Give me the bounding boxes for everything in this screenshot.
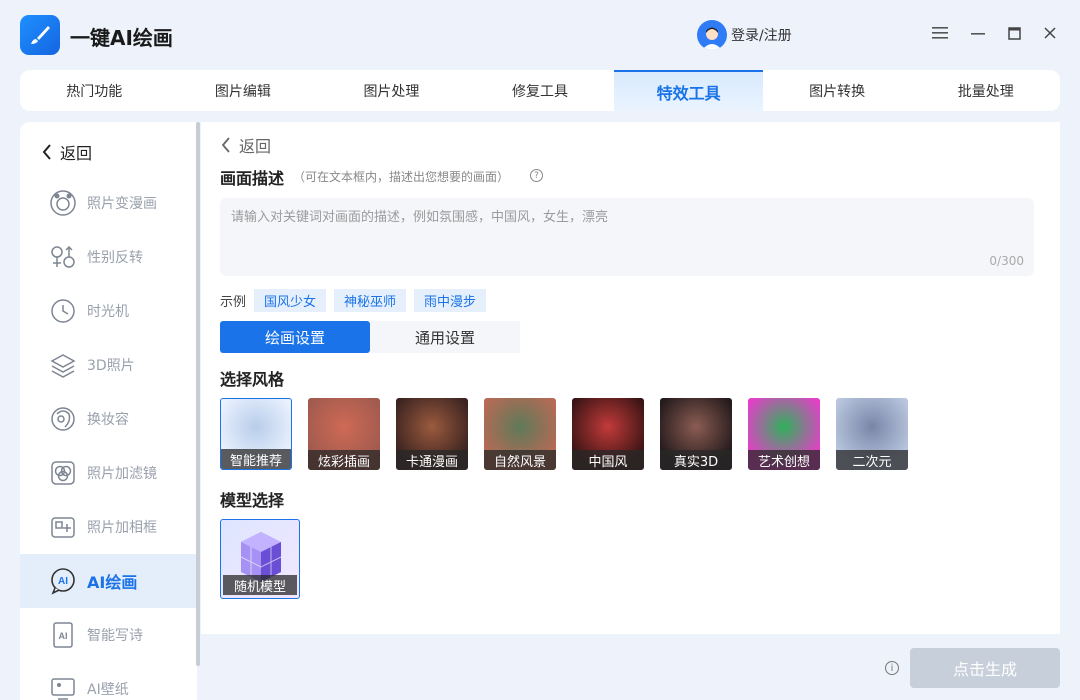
tab-image-process[interactable]: 图片处理 (317, 70, 466, 111)
sidebar-item-gender-swap[interactable]: 性别反转 (20, 230, 197, 284)
back-button[interactable]: 返回 (221, 133, 271, 157)
style-card-anime[interactable]: 二次元 (836, 398, 908, 470)
tab-repair-tools[interactable]: 修复工具 (466, 70, 615, 111)
examples-row: 示例 国风少女 神秘巫师 雨中漫步 (220, 289, 487, 312)
style-card-colorful[interactable]: 炫彩插画 (308, 398, 380, 470)
top-nav: 热门功能 图片编辑 图片处理 修复工具 特效工具 图片转换 批量处理 (20, 70, 1060, 111)
style-label: 中国风 (572, 450, 644, 470)
style-label: 卡通漫画 (396, 450, 468, 470)
style-label: 智能推荐 (221, 449, 291, 469)
sidebar-item-label: 照片加相框 (87, 520, 157, 536)
ai-chat-icon: AI (49, 567, 77, 595)
ai-doc-icon: AI (49, 621, 77, 649)
tab-effects[interactable]: 特效工具 (614, 70, 763, 111)
gender-icon (49, 243, 77, 271)
tab-image-edit[interactable]: 图片编辑 (169, 70, 318, 111)
minimize-icon[interactable] (967, 22, 989, 44)
example-chip[interactable]: 雨中漫步 (414, 289, 487, 312)
style-label: 艺术创想 (748, 450, 820, 470)
tab-convert[interactable]: 图片转换 (763, 70, 912, 111)
wallpaper-icon (49, 675, 77, 700)
sidebar-item-ai-painting[interactable]: AI AI绘画 (20, 554, 197, 608)
sidebar: 返回 照片变漫画 性别反转 时光机 3D照片 换妆容 照片加滤镜 照片加相框 A… (20, 122, 197, 700)
app-title: 一键AI绘画 (70, 26, 173, 50)
clock-icon (49, 297, 77, 325)
chevron-left-icon (221, 137, 230, 153)
chevron-left-icon (42, 144, 51, 160)
sidebar-item-time-machine[interactable]: 时光机 (20, 284, 197, 338)
login-button[interactable]: 登录/注册 (697, 20, 792, 50)
menu-icon[interactable] (929, 22, 951, 44)
tab-drawing-settings[interactable]: 绘画设置 (220, 321, 370, 353)
avatar-icon (697, 20, 727, 50)
sidebar-item-label: 照片变漫画 (87, 196, 157, 212)
style-label: 真实3D (660, 450, 732, 470)
maximize-icon[interactable] (1003, 22, 1025, 44)
sidebar-item-label: 3D照片 (87, 358, 135, 374)
main-panel: 返回 画面描述 （可在文本框内，描述出您想要的画面） ? 请输入对关键词对画面的… (201, 122, 1060, 634)
settings-tabs: 绘画设置 通用设置 (220, 321, 520, 353)
sidebar-item-makeup[interactable]: 换妆容 (20, 392, 197, 446)
sidebar-back-label: 返回 (60, 144, 93, 163)
sidebar-scrollbar[interactable] (196, 122, 200, 666)
style-label: 炫彩插画 (308, 450, 380, 470)
style-card-chinese[interactable]: 中国风 (572, 398, 644, 470)
description-placeholder: 请输入对关键词对画面的描述，例如氛围感，中国风，女生，漂亮 (231, 210, 609, 225)
style-card-art[interactable]: 艺术创想 (748, 398, 820, 470)
style-list: 智能推荐 炫彩插画 卡通漫画 自然风景 中国风 真实3D 艺术创想 二次元 (220, 398, 908, 470)
layers-icon (49, 351, 77, 379)
svg-text:AI: AI (58, 576, 68, 587)
description-hint: （可在文本框内，描述出您想要的画面） (293, 170, 510, 184)
sidebar-item-label: 智能写诗 (87, 628, 143, 644)
bear-face-icon (49, 189, 77, 217)
sidebar-item-photo-to-comic[interactable]: 照片变漫画 (20, 176, 197, 230)
sidebar-item-label: 性别反转 (87, 250, 143, 266)
makeup-face-icon (49, 405, 77, 433)
back-label: 返回 (239, 137, 272, 156)
frame-icon (49, 513, 77, 541)
style-card-landscape[interactable]: 自然风景 (484, 398, 556, 470)
svg-text:AI: AI (59, 631, 68, 641)
sidebar-item-poetry[interactable]: AI 智能写诗 (20, 608, 197, 662)
sidebar-item-filter[interactable]: 照片加滤镜 (20, 446, 197, 500)
tab-general-settings[interactable]: 通用设置 (370, 321, 520, 353)
login-label: 登录/注册 (731, 28, 792, 44)
sidebar-item-label: 换妆容 (87, 412, 129, 428)
style-card-smart[interactable]: 智能推荐 (220, 398, 292, 470)
style-card-real-3d[interactable]: 真实3D (660, 398, 732, 470)
description-title: 画面描述 (220, 169, 285, 188)
sidebar-item-label: 照片加滤镜 (87, 466, 157, 482)
model-section-title: 模型选择 (220, 491, 285, 510)
sidebar-item-frame[interactable]: 照片加相框 (20, 500, 197, 554)
style-label: 自然风景 (484, 450, 556, 470)
sidebar-item-3d-photo[interactable]: 3D照片 (20, 338, 197, 392)
style-section-title: 选择风格 (220, 370, 285, 389)
brush-logo-icon (20, 15, 60, 55)
char-counter: 0/300 (989, 254, 1024, 268)
close-icon[interactable] (1039, 22, 1061, 44)
style-card-cartoon[interactable]: 卡通漫画 (396, 398, 468, 470)
description-input[interactable]: 请输入对关键词对画面的描述，例如氛围感，中国风，女生，漂亮 0/300 (220, 198, 1034, 276)
model-card-random[interactable]: 随机模型 (220, 519, 300, 599)
example-chip[interactable]: 神秘巫师 (334, 289, 407, 312)
sidebar-back-button[interactable]: 返回 (42, 140, 92, 164)
style-label: 二次元 (836, 450, 908, 470)
info-icon[interactable]: i (885, 661, 899, 675)
examples-label: 示例 (220, 295, 247, 310)
sidebar-item-label: AI壁纸 (87, 682, 129, 698)
example-chip[interactable]: 国风少女 (254, 289, 327, 312)
tab-batch[interactable]: 批量处理 (911, 70, 1060, 111)
sidebar-item-label: 时光机 (87, 304, 129, 320)
tab-hot[interactable]: 热门功能 (20, 70, 169, 111)
model-label: 随机模型 (223, 575, 297, 595)
help-icon[interactable]: ? (530, 169, 543, 182)
generate-button[interactable]: 点击生成 (910, 648, 1060, 688)
sidebar-item-label: AI绘画 (87, 573, 138, 592)
title-bar: 一键AI绘画 登录/注册 (0, 0, 1080, 70)
sidebar-item-wallpaper[interactable]: AI壁纸 (20, 662, 197, 700)
filter-icon (49, 459, 77, 487)
